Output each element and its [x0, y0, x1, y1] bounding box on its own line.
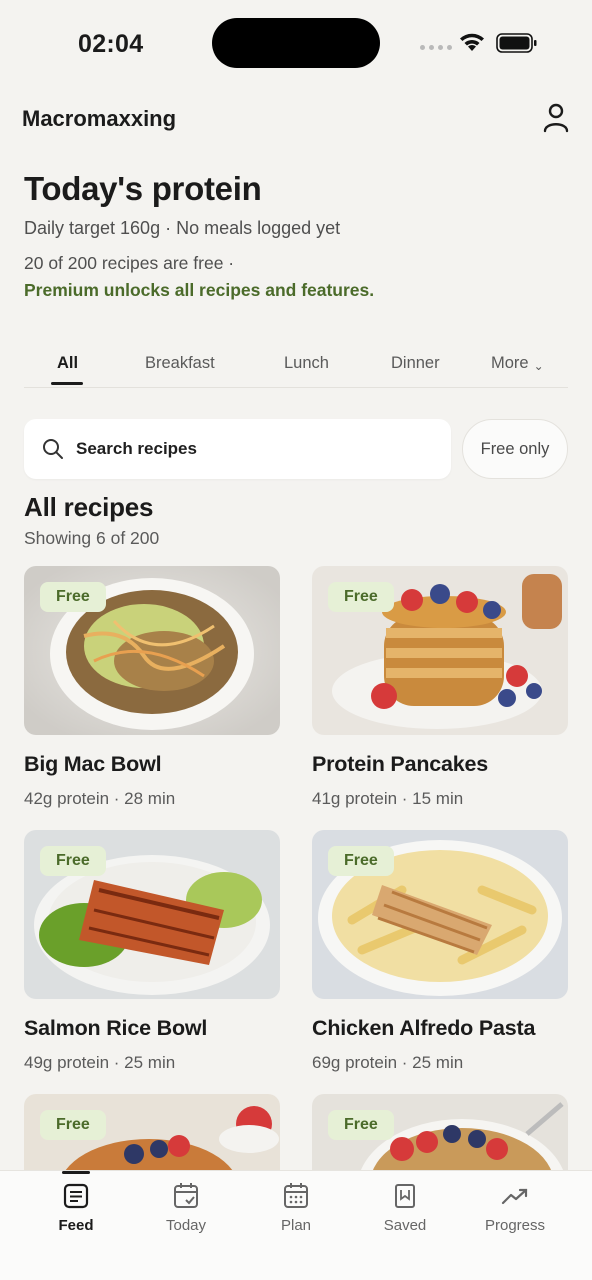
- free-badge: Free: [328, 846, 394, 876]
- bookmark-icon: [395, 1184, 415, 1208]
- nav-plan[interactable]: Plan: [246, 1181, 346, 1234]
- nav-label: Today: [165, 1217, 207, 1234]
- tab-lunch[interactable]: Lunch: [284, 354, 329, 373]
- nav-label: Plan: [280, 1217, 312, 1234]
- trend-up-icon: [501, 1188, 528, 1205]
- active-tab-indicator: [51, 382, 83, 385]
- recipe-meta: 42g protein · 28 min: [24, 789, 176, 808]
- recipe-count: Showing 6 of 200: [24, 528, 160, 548]
- search-input[interactable]: Search recipes: [24, 419, 451, 479]
- premium-note[interactable]: Premium unlocks all recipes and features…: [24, 280, 572, 301]
- recipe-name: Protein Pancakes: [312, 752, 489, 776]
- category-tabs: All Breakfast Lunch Dinner More ⌄: [24, 342, 568, 388]
- recipe-name: Chicken Alfredo Pasta: [312, 1016, 536, 1040]
- recipe-meta: 41g protein · 15 min: [312, 789, 464, 808]
- nav-label: Progress: [484, 1217, 546, 1234]
- free-badge: Free: [328, 582, 394, 612]
- page-title: Today's protein: [24, 170, 262, 207]
- nav-progress[interactable]: Progress: [465, 1181, 565, 1234]
- tab-more-label: More: [491, 354, 529, 372]
- free-only-filter[interactable]: Free only: [462, 419, 568, 479]
- recipe-card-big-mac-bowl[interactable]: Free Big Mac Bowl 42g protein · 28 min: [24, 566, 280, 809]
- search-icon: [43, 439, 63, 459]
- free-badge: Free: [328, 1110, 394, 1140]
- calendar-check-icon: [174, 1183, 198, 1208]
- recipe-meta: 69g protein · 25 min: [312, 1053, 464, 1072]
- profile-icon[interactable]: [542, 102, 570, 134]
- calendar-grid-icon: [284, 1183, 308, 1208]
- tab-all[interactable]: All: [57, 354, 78, 373]
- free-badge: Free: [40, 582, 106, 612]
- recipe-image: Free: [24, 830, 280, 999]
- wifi-icon: [460, 33, 484, 51]
- dynamic-island: [212, 18, 380, 68]
- nav-label: Saved: [383, 1217, 427, 1234]
- status-bar: 02:04: [0, 0, 592, 88]
- feed-icon: [63, 1183, 89, 1209]
- tab-more[interactable]: More ⌄: [491, 354, 544, 373]
- bottom-nav: Feed Today Plan Saved Progress: [0, 1170, 592, 1280]
- protein-summary: Today's protein Daily target 160g · No m…: [24, 170, 572, 301]
- app-header: Macromaxxing: [22, 100, 570, 140]
- chevron-down-icon: ⌄: [533, 359, 544, 373]
- tab-dinner[interactable]: Dinner: [391, 354, 440, 373]
- nav-feed[interactable]: Feed: [26, 1181, 126, 1234]
- recipe-name: Big Mac Bowl: [24, 752, 162, 776]
- search-placeholder: Search recipes: [76, 439, 197, 458]
- nav-today[interactable]: Today: [136, 1181, 236, 1234]
- section-title: All recipes: [24, 492, 154, 522]
- tab-breakfast[interactable]: Breakfast: [145, 354, 215, 373]
- recipe-card-chicken-alfredo-pasta[interactable]: Free Chicken Alfredo Pasta 69g protein ·…: [312, 830, 568, 1073]
- battery-icon: [496, 33, 537, 53]
- free-badge: Free: [40, 846, 106, 876]
- active-nav-indicator: [62, 1171, 90, 1174]
- recipe-image: Free: [312, 566, 568, 735]
- signal-icon: [420, 45, 452, 50]
- status-time: 02:04: [78, 30, 144, 58]
- recipe-image: Free: [24, 566, 280, 735]
- recipe-card-protein-pancakes[interactable]: Free Protein Pancakes 41g protein · 15 m…: [312, 566, 568, 809]
- nav-label: Feed: [58, 1217, 94, 1234]
- daily-target-text: Daily target 160g · No meals logged yet: [24, 218, 341, 238]
- nav-saved[interactable]: Saved: [355, 1181, 455, 1234]
- free-recipes-note: 20 of 200 recipes are free ·: [24, 253, 235, 273]
- recipe-name: Salmon Rice Bowl: [24, 1016, 208, 1040]
- free-badge: Free: [40, 1110, 106, 1140]
- recipe-card-salmon-rice-bowl[interactable]: Free Salmon Rice Bowl 49g protein · 25 m…: [24, 830, 280, 1073]
- recipe-meta: 49g protein · 25 min: [24, 1053, 176, 1072]
- app-title: Macromaxxing: [22, 106, 177, 131]
- recipe-image: Free: [312, 830, 568, 999]
